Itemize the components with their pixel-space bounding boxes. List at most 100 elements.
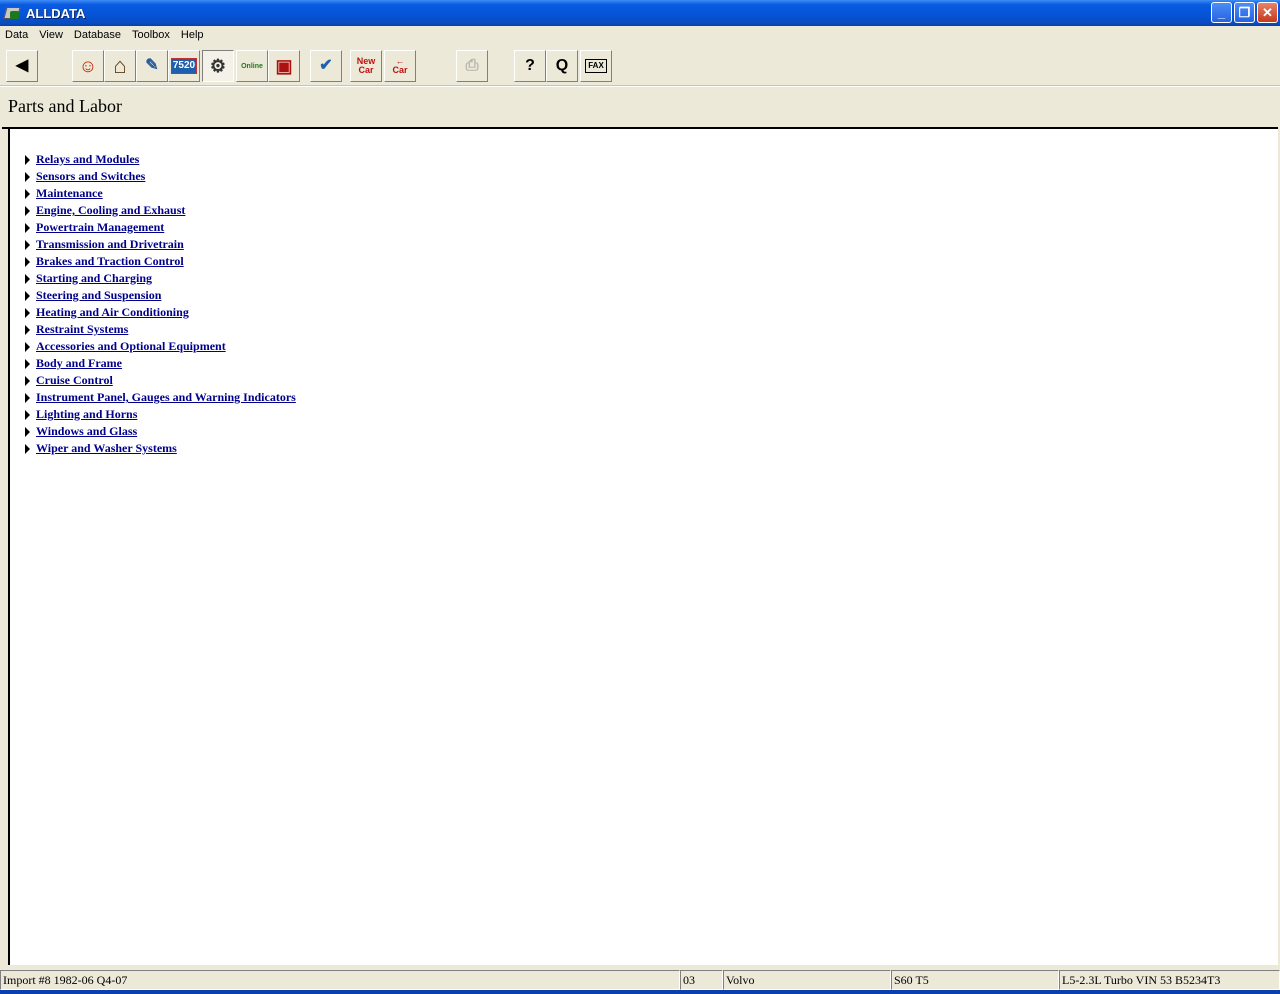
link-steering-suspension[interactable]: Steering and Suspension	[36, 288, 161, 303]
list-item: Starting and Charging	[24, 270, 296, 287]
link-maintenance[interactable]: Maintenance	[36, 186, 103, 201]
list-item: Lighting and Horns	[24, 406, 296, 423]
triangle-bullet-icon	[25, 443, 30, 454]
link-brakes-traction-control[interactable]: Brakes and Traction Control	[36, 254, 184, 269]
link-lighting-and-horns[interactable]: Lighting and Horns	[36, 407, 137, 422]
tsb-button[interactable]: 7520	[168, 50, 200, 82]
toolbar: ◀ ☺ ⌂ ✎ 7520 ⚙ Online ▣ ✔ New Car ← Car …	[0, 44, 1280, 86]
arrow-left-icon: ◀	[15, 57, 29, 74]
online-icon: Online	[241, 62, 263, 70]
alldata-app-icon[interactable]	[3, 5, 21, 21]
restore-icon: ❐	[1238, 5, 1251, 20]
fax-button[interactable]: FAX	[580, 50, 612, 82]
status-engine: L5-2.3L Turbo VIN 53 B5234T3	[1059, 970, 1280, 990]
window-title: ALLDATA	[26, 5, 86, 21]
menu-help[interactable]: Help	[176, 29, 210, 41]
book-button[interactable]: ▣	[268, 50, 300, 82]
status-make: Volvo	[723, 970, 891, 990]
triangle-bullet-icon	[25, 358, 30, 369]
link-powertrain-management[interactable]: Powertrain Management	[36, 220, 164, 235]
link-body-and-frame[interactable]: Body and Frame	[36, 356, 122, 371]
diagnostics-button[interactable]: ✎	[136, 50, 168, 82]
taskbar-edge	[0, 990, 1280, 994]
list-item: Restraint Systems	[24, 321, 296, 338]
link-heating-air-conditioning[interactable]: Heating and Air Conditioning	[36, 305, 189, 320]
estimate-button[interactable]: ✔	[310, 50, 342, 82]
help-button[interactable]: ?	[514, 50, 546, 82]
link-instrument-panel-gauges[interactable]: Instrument Panel, Gauges and Warning Ind…	[36, 390, 296, 405]
link-starting-charging[interactable]: Starting and Charging	[36, 271, 152, 286]
list-item: Relays and Modules	[24, 151, 296, 168]
magnifier-icon: Q	[555, 57, 569, 74]
printer-icon: ⎙	[465, 57, 479, 74]
menu-toolbox[interactable]: Toolbox	[127, 29, 176, 41]
triangle-bullet-icon	[25, 273, 30, 284]
list-item: Accessories and Optional Equipment	[24, 338, 296, 355]
book-icon: ▣	[275, 56, 293, 76]
list-item: Windows and Glass	[24, 423, 296, 440]
triangle-bullet-icon	[25, 375, 30, 386]
list-item: Powertrain Management	[24, 219, 296, 236]
link-accessories-optional-equipment[interactable]: Accessories and Optional Equipment	[36, 339, 226, 354]
title-bar: ALLDATA _ ❐ ✕	[0, 0, 1280, 26]
page-title: Parts and Labor	[8, 96, 122, 116]
fax-icon: FAX	[585, 59, 607, 73]
list-item: Steering and Suspension	[24, 287, 296, 304]
link-wiper-washer-systems[interactable]: Wiper and Washer Systems	[36, 441, 177, 456]
menu-bar: Data View Database Toolbox Help	[0, 26, 1280, 44]
online-button[interactable]: Online	[236, 50, 268, 82]
triangle-bullet-icon	[25, 324, 30, 335]
status-database: Import #8 1982-06 Q4-07	[0, 970, 680, 990]
menu-data[interactable]: Data	[0, 29, 34, 41]
list-item: Wiper and Washer Systems	[24, 440, 296, 457]
status-year: 03	[680, 970, 723, 990]
specs-button[interactable]: ☺	[72, 50, 104, 82]
house-icon: ⌂	[113, 53, 127, 78]
triangle-bullet-icon	[25, 307, 30, 318]
link-relays-and-modules[interactable]: Relays and Modules	[36, 152, 139, 167]
search-button[interactable]: Q	[546, 50, 578, 82]
new-car-button[interactable]: New Car	[350, 50, 382, 82]
content-frame: Relays and Modules Sensors and Switches …	[2, 127, 1278, 965]
triangle-bullet-icon	[25, 290, 30, 301]
link-sensors-and-switches[interactable]: Sensors and Switches	[36, 169, 145, 184]
page-header: Parts and Labor	[0, 86, 1280, 127]
link-windows-and-glass[interactable]: Windows and Glass	[36, 424, 137, 439]
close-button[interactable]: ✕	[1257, 2, 1278, 23]
triangle-bullet-icon	[25, 154, 30, 165]
print-button[interactable]: ⎙	[456, 50, 488, 82]
restore-button[interactable]: ❐	[1234, 2, 1255, 23]
list-item: Transmission and Drivetrain	[24, 236, 296, 253]
minimize-icon: _	[1217, 5, 1226, 20]
parts-labor-button[interactable]: ⚙	[202, 50, 234, 82]
triangle-bullet-icon	[25, 239, 30, 250]
back-button[interactable]: ◀	[6, 50, 38, 82]
triangle-bullet-icon	[25, 205, 30, 216]
garage-button[interactable]: ⌂	[104, 50, 136, 82]
clipboard-icon: ✔	[319, 57, 333, 74]
minimize-button[interactable]: _	[1211, 2, 1232, 23]
scanner-icon: ✎	[145, 57, 159, 74]
menu-view[interactable]: View	[34, 29, 69, 41]
status-bar: Import #8 1982-06 Q4-07 03 Volvo S60 T5 …	[0, 970, 1280, 990]
previous-car-button[interactable]: ← Car	[384, 50, 416, 82]
category-list: Relays and Modules Sensors and Switches …	[24, 151, 296, 457]
triangle-bullet-icon	[25, 188, 30, 199]
link-cruise-control[interactable]: Cruise Control	[36, 373, 113, 388]
previous-car-icon: ← Car	[392, 56, 408, 75]
link-transmission-drivetrain[interactable]: Transmission and Drivetrain	[36, 237, 184, 252]
question-icon: ?	[525, 57, 535, 74]
content-pane: Relays and Modules Sensors and Switches …	[8, 129, 1278, 965]
triangle-bullet-icon	[25, 171, 30, 182]
list-item: Brakes and Traction Control	[24, 253, 296, 270]
triangle-bullet-icon	[25, 392, 30, 403]
list-item: Engine, Cooling and Exhaust	[24, 202, 296, 219]
list-item: Instrument Panel, Gauges and Warning Ind…	[24, 389, 296, 406]
menu-database[interactable]: Database	[69, 29, 127, 41]
link-restraint-systems[interactable]: Restraint Systems	[36, 322, 128, 337]
list-item: Heating and Air Conditioning	[24, 304, 296, 321]
triangle-bullet-icon	[25, 341, 30, 352]
person-icon: ☺	[78, 56, 98, 76]
close-icon: ✕	[1262, 5, 1273, 20]
link-engine-cooling-exhaust[interactable]: Engine, Cooling and Exhaust	[36, 203, 185, 218]
